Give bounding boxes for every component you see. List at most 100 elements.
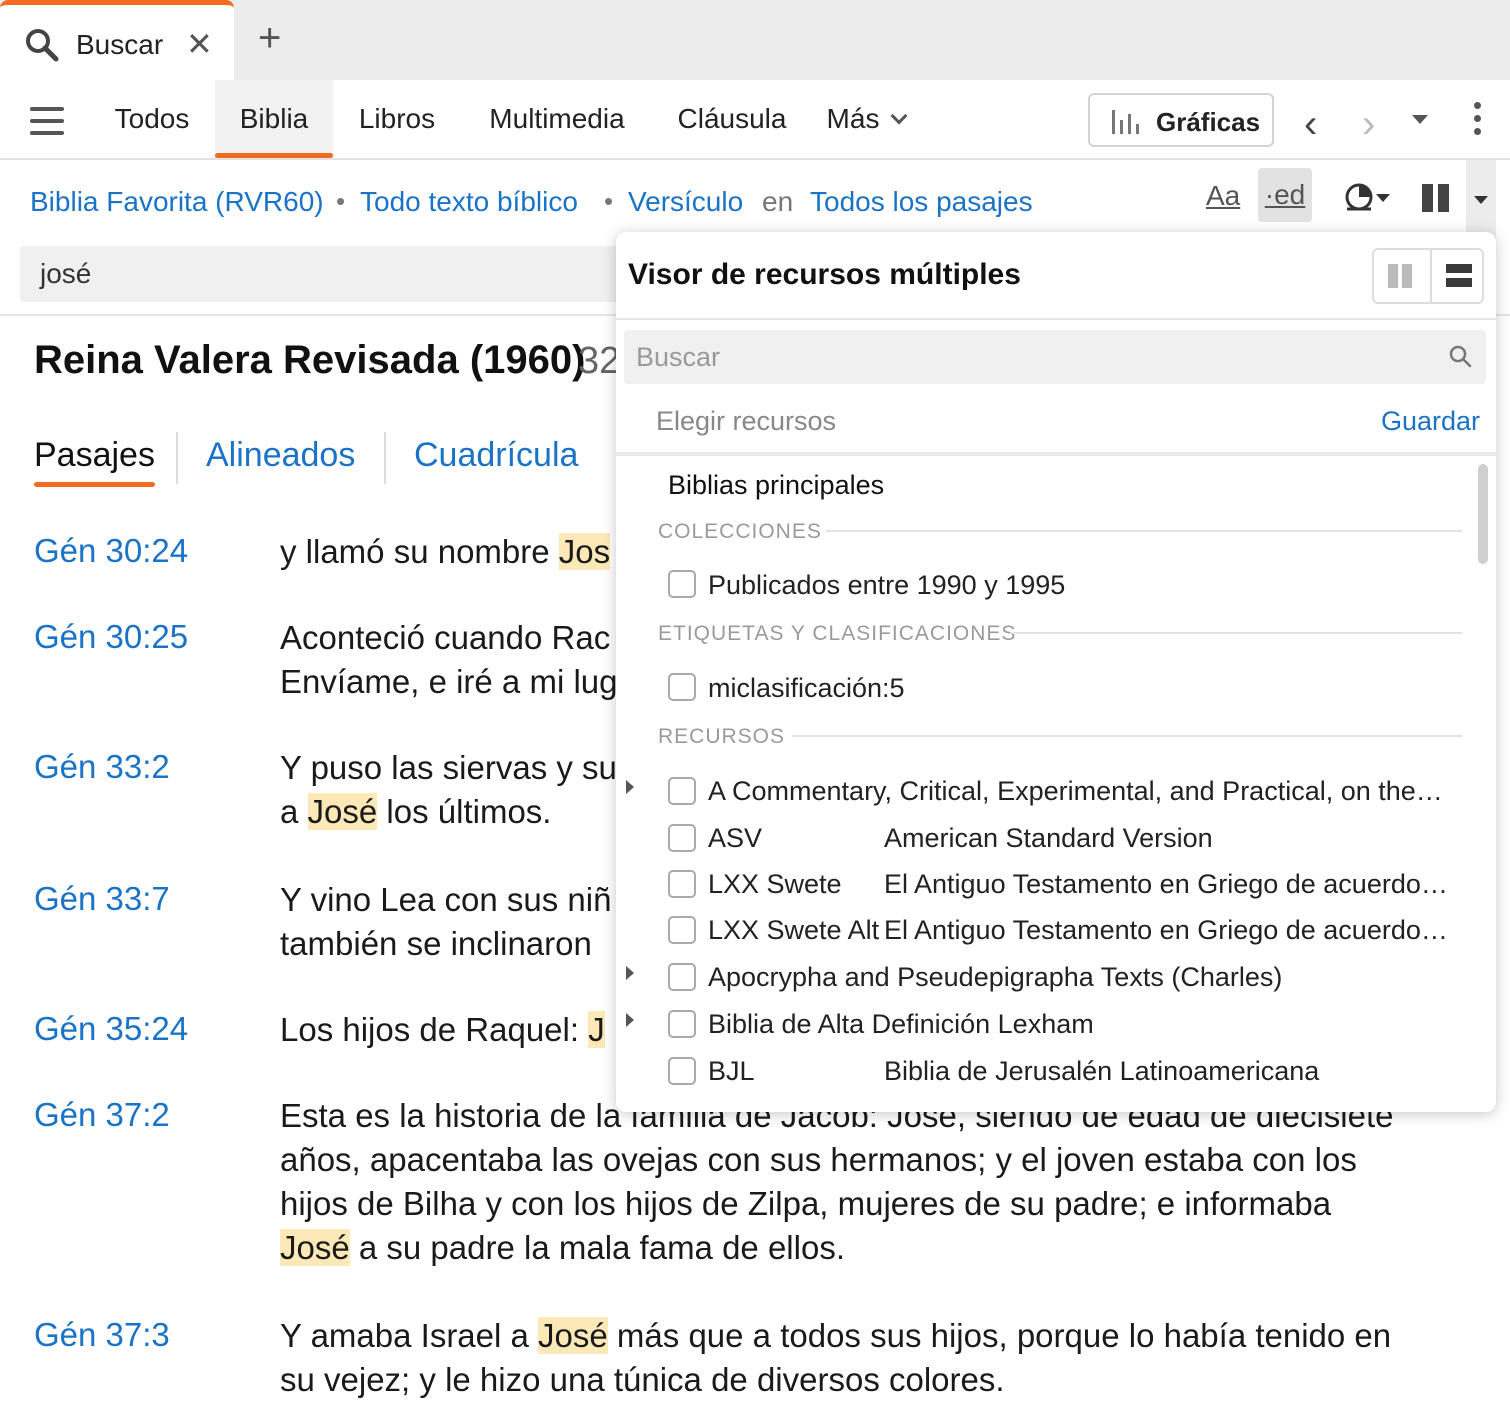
- divider: [616, 318, 1496, 320]
- verse-ref[interactable]: Gén 37:2: [34, 1096, 170, 1134]
- resource-item[interactable]: A Commentary, Critical, Experimental, an…: [708, 776, 1443, 807]
- verse-ref[interactable]: Gén 37:3: [34, 1316, 170, 1354]
- checkbox[interactable]: [668, 824, 696, 852]
- range-selector[interactable]: Todos los pasajes: [810, 186, 1033, 218]
- chevron-down-icon: [1376, 194, 1390, 202]
- checkbox[interactable]: [668, 673, 696, 701]
- section-header-recursos: RECURSOS: [658, 725, 786, 748]
- save-button[interactable]: Guardar: [1381, 406, 1480, 437]
- checkbox[interactable]: [668, 777, 696, 805]
- bible-selector[interactable]: Biblia Favorita (RVR60): [30, 186, 324, 218]
- search-icon: [1449, 345, 1472, 368]
- resource-abbr[interactable]: ASV: [708, 823, 762, 854]
- resource-search-input[interactable]: Buscar: [624, 330, 1486, 384]
- expand-arrow-icon[interactable]: [626, 780, 634, 794]
- separator-dot: •: [336, 186, 346, 216]
- verse-ref[interactable]: Gén 33:2: [34, 748, 170, 786]
- more-options-icon[interactable]: [1474, 102, 1481, 141]
- search-query-input[interactable]: josé: [20, 246, 640, 302]
- graficas-label: Gráficas: [1156, 107, 1261, 137]
- nav-biblia[interactable]: Biblia: [215, 80, 333, 158]
- verse-ref[interactable]: Gén 30:24: [34, 532, 188, 570]
- resource-abbr[interactable]: BJL: [708, 1056, 755, 1087]
- tab-strip: Buscar ✕ +: [0, 0, 1510, 80]
- side-by-side-layout-icon[interactable]: [1374, 250, 1428, 302]
- verse-text: Y amaba Israel a José más que a todos su…: [280, 1317, 1392, 1398]
- search-icon: [26, 29, 59, 62]
- checkbox[interactable]: [668, 1010, 696, 1038]
- checkbox[interactable]: [668, 963, 696, 991]
- checkbox[interactable]: [668, 1057, 696, 1085]
- resource-item[interactable]: Biblia de Alta Definición Lexham: [708, 1009, 1094, 1040]
- chart-icon: [1112, 110, 1140, 134]
- tab-alineados[interactable]: Alineados: [206, 436, 355, 475]
- expand-arrow-icon[interactable]: [626, 1013, 634, 1027]
- history-dropdown-icon[interactable]: [1412, 115, 1428, 124]
- resource-abbr[interactable]: LXX Swete: [708, 869, 842, 900]
- chevron-down-icon: [890, 107, 908, 125]
- in-label: en: [762, 186, 794, 217]
- checkbox[interactable]: [668, 570, 696, 598]
- font-size-button[interactable]: Aa: [1206, 180, 1240, 212]
- list-item-biblias-principales[interactable]: Biblias principales: [668, 470, 884, 501]
- verse-ref[interactable]: Gén 30:25: [34, 618, 188, 656]
- verse-ref[interactable]: Gén 35:24: [34, 1010, 188, 1048]
- nav-mas-label: Más: [826, 103, 880, 134]
- nav-libros[interactable]: Libros: [340, 80, 454, 158]
- nav-clausula[interactable]: Cláusula: [660, 80, 804, 158]
- choose-resources-label: Elegir recursos: [656, 406, 837, 436]
- nav-bar: Todos Biblia Libros Multimedia Cláusula …: [0, 80, 1510, 160]
- nav-todos[interactable]: Todos: [96, 80, 208, 158]
- forward-arrow-icon[interactable]: ›: [1362, 102, 1375, 147]
- resource-abbr[interactable]: LXX Swete Alt: [708, 915, 879, 946]
- scrollbar[interactable]: [1478, 464, 1488, 564]
- divider: [826, 530, 1462, 532]
- divider: [1010, 632, 1462, 634]
- popover-title: Visor de recursos múltiples: [628, 258, 1021, 291]
- tab-pasajes[interactable]: Pasajes: [34, 436, 155, 487]
- scope-selector[interactable]: Todo texto bíblico: [360, 186, 578, 218]
- graficas-button[interactable]: Gráficas: [1088, 93, 1274, 147]
- verse-ref[interactable]: Gén 33:7: [34, 880, 170, 918]
- highlight-match: José: [307, 793, 378, 830]
- highlight-match: José: [280, 1229, 350, 1266]
- results-title: Reina Valera Revisada (1960): [34, 338, 586, 382]
- edit-options-button[interactable]: ·ed: [1258, 168, 1312, 222]
- nav-mas[interactable]: Más: [816, 80, 916, 158]
- separator-dot: •: [604, 186, 614, 216]
- tab-buscar[interactable]: Buscar ✕: [0, 0, 234, 80]
- tab-title: Buscar: [76, 29, 164, 60]
- section-header-etiquetas: ETIQUETAS Y CLASIFICACIONES: [658, 622, 1017, 645]
- back-arrow-icon[interactable]: ‹: [1304, 102, 1317, 147]
- tab-cuadricula[interactable]: Cuadrícula: [414, 436, 578, 475]
- resource-title: El Antiguo Testamento en Griego de acuer…: [884, 869, 1448, 899]
- multi-resource-popover: Visor de recursos múltiples Buscar Elegi…: [616, 232, 1496, 1112]
- match-selector[interactable]: Versículo: [628, 186, 743, 218]
- tab-divider: [176, 432, 178, 484]
- tab-divider: [384, 432, 386, 484]
- plus-icon[interactable]: +: [258, 16, 281, 61]
- results-count: 32: [578, 340, 621, 382]
- search-placeholder: Buscar: [636, 342, 721, 372]
- resource-title: El Antiguo Testamento en Griego de acuer…: [884, 915, 1448, 945]
- theme-icon[interactable]: [1344, 182, 1374, 212]
- highlight-match: J: [588, 1011, 605, 1048]
- checkbox[interactable]: [668, 870, 696, 898]
- layout-toggle: [1372, 248, 1484, 304]
- resource-title: Biblia de Jerusalén Latinoamericana: [884, 1056, 1320, 1086]
- resource-item[interactable]: Apocrypha and Pseudepigrapha Texts (Char…: [708, 962, 1282, 993]
- checkbox[interactable]: [668, 916, 696, 944]
- parallel-view-icon[interactable]: [1422, 184, 1454, 217]
- nav-multimedia[interactable]: Multimedia: [470, 80, 644, 158]
- close-icon[interactable]: ✕: [186, 25, 213, 63]
- tag-item[interactable]: miclasificación:5: [708, 673, 905, 704]
- divider: [616, 452, 1496, 456]
- collection-item[interactable]: Publicados entre 1990 y 1995: [708, 570, 1065, 601]
- stacked-layout-icon[interactable]: [1430, 250, 1484, 302]
- chevron-down-icon: [1474, 196, 1488, 204]
- expand-arrow-icon[interactable]: [626, 966, 634, 980]
- menu-icon[interactable]: [30, 107, 64, 143]
- verse-text: Esta es la historia de la familia de Jac…: [280, 1097, 1394, 1266]
- resource-title: American Standard Version: [884, 823, 1213, 853]
- highlight-match: José: [538, 1317, 608, 1354]
